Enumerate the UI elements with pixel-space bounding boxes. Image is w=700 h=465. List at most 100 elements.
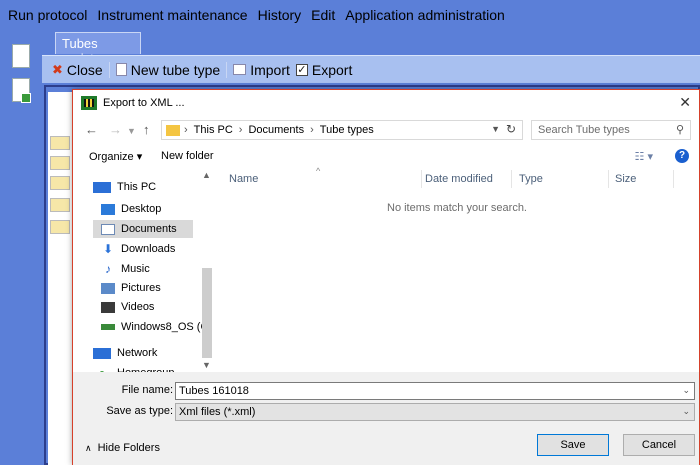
left-launcher-strip <box>0 30 40 465</box>
file-name-label: File name: <box>121 384 173 396</box>
save-form: File name: Tubes 161018 ⌄ Save as type: … <box>73 372 699 465</box>
export-dialog: Export to XML ... ✕ ← → ▼ ↑ › This PC › … <box>72 89 700 465</box>
breadcrumb-this-pc[interactable]: This PC <box>194 124 233 136</box>
new-folder-button[interactable]: New folder <box>161 150 214 162</box>
nav-item-this-pc[interactable]: This PC <box>93 178 156 196</box>
dialog-title: Export to XML ... <box>103 97 185 109</box>
import-icon <box>233 64 247 75</box>
folder-row-icon[interactable] <box>50 156 70 170</box>
toolbar-divider <box>226 61 228 78</box>
breadcrumb-tube-types[interactable]: Tube types <box>320 124 374 136</box>
sort-ascending-icon: ^ <box>316 166 321 176</box>
pictures-icon <box>101 282 115 294</box>
file-name-field[interactable]: Tubes 161018 ⌄ <box>175 382 695 400</box>
nav-item-label: Network <box>117 347 158 359</box>
open-document-icon[interactable] <box>12 78 31 103</box>
breadcrumb-separator: › <box>238 124 243 136</box>
nav-item-label: Music <box>121 263 150 275</box>
forward-arrow-icon[interactable]: → <box>109 122 122 137</box>
recent-locations-chevron-icon[interactable]: ▼ <box>127 126 136 136</box>
view-options-icon[interactable]: ☷ ▾ <box>635 150 653 163</box>
menu-edit[interactable]: Edit <box>311 7 335 23</box>
column-divider[interactable] <box>511 170 512 188</box>
search-placeholder: Search Tube types <box>538 124 630 136</box>
address-dropdown-icon[interactable]: ▼ <box>491 124 500 134</box>
organize-menu[interactable]: Organize ▾ <box>89 150 142 163</box>
up-arrow-icon[interactable]: ↑ <box>143 122 150 137</box>
save-as-type-select[interactable]: Xml files (*.xml) ⌄ <box>175 403 695 421</box>
folder-row-icon[interactable] <box>50 220 70 234</box>
nav-item-label: Videos <box>121 301 155 313</box>
save-button[interactable]: Save <box>537 434 609 456</box>
address-row: ← → ▼ ↑ › This PC › Documents › Tube typ… <box>73 118 699 144</box>
export-checkbox-icon: ✓ <box>295 63 308 76</box>
new-document-icon[interactable] <box>12 44 30 68</box>
column-divider[interactable] <box>673 170 674 188</box>
close-label: Close <box>66 61 103 78</box>
breadcrumb-separator: › <box>184 124 188 136</box>
menu-application-administration[interactable]: Application administration <box>345 7 505 23</box>
close-icon[interactable]: ✕ <box>679 94 691 111</box>
nav-item-videos[interactable]: Videos <box>101 298 154 316</box>
menu-history[interactable]: History <box>258 7 302 23</box>
scroll-down-icon[interactable]: ▼ <box>202 360 211 370</box>
breadcrumb-documents[interactable]: Documents <box>248 124 304 136</box>
tab-tubes-register[interactable]: Tubes register <box>55 32 141 66</box>
column-divider[interactable] <box>608 170 609 188</box>
close-button[interactable]: ✖ Close <box>52 62 103 78</box>
nav-item-documents[interactable]: Documents <box>93 220 193 238</box>
chevron-down-icon[interactable]: ⌄ <box>682 385 690 396</box>
new-tube-type-label: New tube type <box>130 61 221 78</box>
nav-item-network[interactable]: Network <box>93 344 157 362</box>
scroll-up-icon[interactable]: ▲ <box>202 170 211 180</box>
search-icon: ⚲ <box>675 124 684 136</box>
chevron-down-icon[interactable]: ⌄ <box>682 406 690 417</box>
folder-row-icon[interactable] <box>50 176 70 190</box>
column-header-name[interactable]: Name <box>229 168 258 190</box>
videos-icon <box>101 301 115 313</box>
import-label: Import <box>250 61 290 78</box>
save-as-type-label: Save as type: <box>106 405 173 417</box>
nav-item-label: Pictures <box>121 282 161 294</box>
nav-item-label: Windows8_OS (C <box>121 321 209 333</box>
folder-row-icon[interactable] <box>50 136 70 150</box>
back-arrow-icon[interactable]: ← <box>85 122 98 137</box>
menu-run-protocol[interactable]: Run protocol <box>8 7 87 23</box>
nav-item-label: Desktop <box>121 203 162 215</box>
folder-row-icon[interactable] <box>50 198 70 212</box>
menu-instrument-maintenance[interactable]: Instrument maintenance <box>97 7 247 23</box>
column-divider[interactable] <box>421 170 422 188</box>
nav-item-desktop[interactable]: Desktop <box>101 200 161 218</box>
menu-bar: Run protocol Instrument maintenance Hist… <box>0 0 700 30</box>
save-as-type-value: Xml files (*.xml) <box>179 406 256 418</box>
nav-item-music[interactable]: ♪ Music <box>101 260 150 278</box>
nav-scrollbar[interactable]: ▲ ▼ <box>201 168 213 372</box>
import-button[interactable]: Import <box>233 62 290 78</box>
address-bar[interactable]: › This PC › Documents › Tube types ▼ ↻ <box>161 120 523 140</box>
toolbar-divider <box>108 61 110 78</box>
export-button[interactable]: ✓ Export <box>295 61 353 78</box>
column-header-date-modified[interactable]: Date modified <box>425 168 493 190</box>
cancel-button[interactable]: Cancel <box>623 434 695 456</box>
new-tube-type-button[interactable]: New tube type <box>115 61 221 78</box>
file-name-value: Tubes 161018 <box>179 385 249 397</box>
music-icon: ♪ <box>105 261 111 276</box>
close-x-icon: ✖ <box>52 61 63 77</box>
nav-item-pictures[interactable]: Pictures <box>101 279 161 297</box>
empty-results-message: No items match your search. <box>387 202 527 214</box>
download-icon: ⬇ <box>102 241 114 256</box>
nav-item-downloads[interactable]: ⬇ Downloads <box>101 240 175 258</box>
hide-folders-label: Hide Folders <box>97 442 160 454</box>
nav-item-label: Documents <box>121 223 177 235</box>
scroll-thumb[interactable] <box>202 268 212 358</box>
hide-folders-toggle[interactable]: ∧ Hide Folders <box>85 442 160 454</box>
export-label: Export <box>311 61 353 78</box>
nav-item-windows8-os[interactable]: Windows8_OS (C <box>101 318 208 336</box>
column-header-type[interactable]: Type <box>519 168 543 190</box>
network-icon <box>93 347 111 359</box>
column-header-size[interactable]: Size <box>615 168 636 190</box>
search-input[interactable]: Search Tube types ⚲ <box>531 120 691 140</box>
chevron-up-icon: ∧ <box>85 442 92 453</box>
refresh-icon[interactable]: ↻ <box>506 122 516 136</box>
help-icon[interactable]: ? <box>675 149 689 163</box>
